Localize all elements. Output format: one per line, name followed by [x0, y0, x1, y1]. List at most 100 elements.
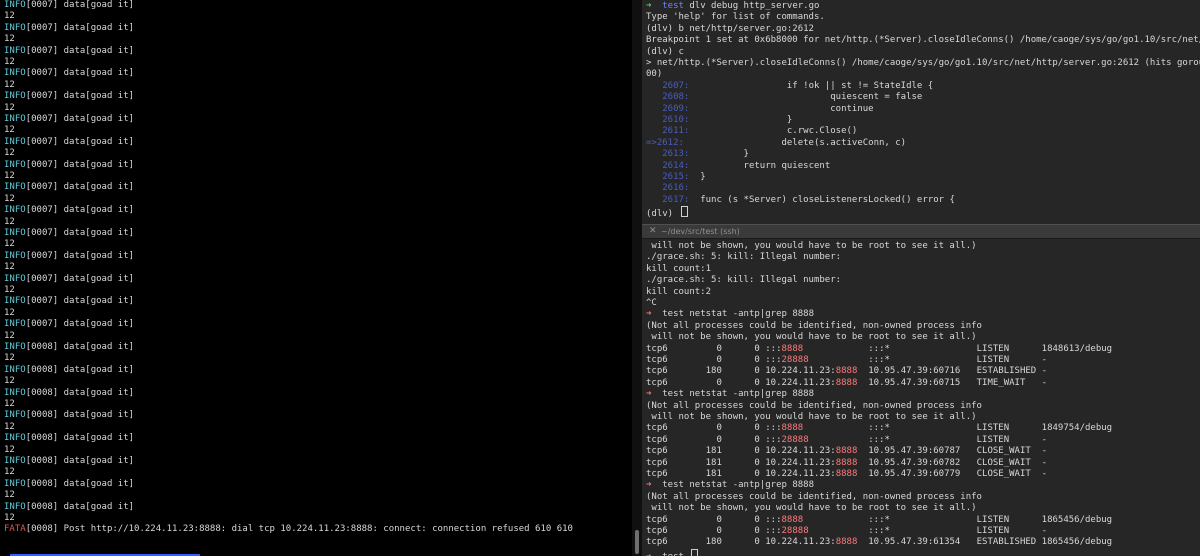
- left-terminal-pane[interactable]: INFO[0007] data[goad it] 12 INFO[0007] dat…: [0, 0, 632, 556]
- source-code: return quiescent: [689, 160, 831, 171]
- terminal-line: 12: [4, 34, 15, 45]
- prompt-arrow-icon: ➜: [646, 552, 651, 556]
- terminal-line: 12: [4, 148, 15, 159]
- terminal-line: tcp6 181 0 10.224.11.23:8888 10.95.47.39…: [646, 446, 1047, 457]
- log-text: [0008] data[goad it]: [25, 433, 135, 444]
- netstat-local-host: 10.224.11.23:: [765, 457, 836, 468]
- netstat-foreign-address: 10.95.47.39:60715: [868, 377, 961, 388]
- log-level-info: INFO: [4, 342, 26, 352]
- netstat-recv-q: 0: [716, 343, 722, 354]
- netstat-send-q: 0: [754, 446, 760, 457]
- terminal-line: INFO[0008] data[goad it]: [4, 479, 134, 490]
- log-text: 12: [4, 148, 15, 159]
- netstat-local-port: 8888: [781, 343, 804, 354]
- terminal-line: Type 'help' for list of commands.: [646, 12, 825, 23]
- command-text: netstat -antp|grep 8888: [683, 389, 814, 400]
- terminal-line: INFO[0007] data[goad it]: [4, 114, 134, 125]
- netstat-local-port: 8888: [781, 423, 804, 434]
- netstat-pid: -: [1041, 366, 1048, 377]
- log-text: [0008] Post http://10.224.11.23:8888: di…: [25, 524, 573, 535]
- terminal-line: INFO[0007] data[goad it]: [4, 182, 134, 193]
- log-level-info: INFO: [4, 296, 26, 307]
- terminal-line: 12: [4, 513, 15, 524]
- netstat-pid: -: [1041, 355, 1048, 365]
- output-text: (dlv) b net/http/server.go:2612: [646, 23, 814, 34]
- terminal-line: INFO[0007] data[goad it]: [4, 205, 134, 216]
- debugger-terminal-pane[interactable]: ➜ test dlv debug http_server.go Type 'hel…: [642, 0, 1200, 224]
- netstat-local-port: 8888: [835, 457, 858, 468]
- netstat-send-q: 0: [754, 514, 760, 525]
- tab-title[interactable]: ~/dev/src/test (ssh): [661, 227, 740, 236]
- log-text: 12: [4, 216, 15, 227]
- terminal-line: (dlv) c: [646, 47, 684, 58]
- log-text: [0007] data[goad it]: [25, 114, 135, 124]
- output-text: will not be shown, you would have to be …: [646, 241, 977, 251]
- terminal-line: INFO[0008] data[goad it]: [4, 456, 134, 467]
- netstat-proto: tcp6: [646, 526, 668, 536]
- source-code: }: [689, 172, 706, 182]
- output-text: ./grace.sh: 5: kill: Illegal number:: [646, 252, 842, 263]
- terminal-line: tcp6 180 0 10.224.11.23:8888 10.95.47.39…: [646, 537, 1112, 548]
- netstat-foreign-address: :::*: [868, 526, 890, 536]
- terminal-line: INFO[0007] data[goad it]: [4, 251, 134, 262]
- log-text: [0007] data[goad it]: [25, 319, 135, 330]
- terminal-line: ➜ test dlv debug http_server.go: [646, 1, 819, 12]
- output-text: > net/http.(*Server).closeIdleConns() /h…: [646, 58, 1200, 68]
- terminal-line: 12: [4, 262, 15, 273]
- log-text: [0007] data[goad it]: [25, 296, 135, 307]
- netstat-state: LISTEN: [976, 514, 1010, 525]
- text-cursor[interactable]: [691, 548, 699, 556]
- netstat-send-q: 0: [754, 434, 760, 445]
- netstat-recv-q: 180: [705, 366, 722, 377]
- netstat-recv-q: 0: [716, 377, 722, 388]
- source-line-number: 2610:: [646, 115, 690, 125]
- source-line-number: 2614:: [646, 160, 690, 171]
- terminal-line: (dlv): [646, 206, 688, 219]
- log-text: 12: [4, 239, 15, 250]
- output-text: will not be shown, you would have to be …: [646, 503, 977, 514]
- log-text: 12: [4, 193, 15, 204]
- source-code: if !ok || st != StateIdle {: [689, 80, 934, 91]
- netstat-send-q: 0: [754, 526, 760, 536]
- terminal-line: INFO[0008] data[goad it]: [4, 433, 134, 444]
- terminal-line: INFO[0007] data[goad it]: [4, 274, 134, 285]
- netstat-state: LISTEN: [976, 355, 1010, 365]
- source-line-number: 2615:: [646, 172, 690, 182]
- pane-divider[interactable]: [632, 0, 642, 556]
- netstat-foreign-address: :::*: [868, 343, 890, 354]
- terminal-line: (dlv) b net/http/server.go:2612: [646, 24, 814, 35]
- prompt-directory: test: [662, 389, 684, 400]
- log-level-info: INFO: [4, 22, 26, 33]
- netstat-state: TIME_WAIT: [976, 377, 1026, 388]
- log-text: 12: [4, 34, 15, 45]
- terminal-line: 12: [4, 376, 15, 387]
- log-text: [0008] data[goad it]: [25, 456, 135, 466]
- log-text: 12: [4, 285, 15, 295]
- netstat-state: CLOSE_WAIT: [976, 446, 1031, 457]
- session-tab-bar[interactable]: ✕ ~/dev/src/test (ssh): [642, 224, 1200, 239]
- netstat-recv-q: 0: [716, 514, 722, 525]
- netstat-local-host: :::: [765, 514, 782, 525]
- log-level-info: INFO: [4, 433, 26, 444]
- terminal-line: ➜ test: [646, 548, 699, 556]
- terminal-line: 12: [4, 467, 15, 478]
- close-tab-icon[interactable]: ✕: [649, 226, 657, 236]
- terminal-line: will not be shown, you would have to be …: [646, 332, 976, 343]
- terminal-line: INFO[0008] data[goad it]: [4, 342, 134, 353]
- source-line-number: 2616:: [646, 183, 690, 194]
- source-line-number: 2611:: [646, 126, 690, 137]
- scrollbar-thumb[interactable]: [635, 530, 639, 554]
- netstat-send-q: 0: [754, 423, 760, 434]
- terminal-line: 12: [4, 171, 15, 182]
- netstat-local-host: 10.224.11.23:: [765, 377, 836, 388]
- log-level-info: INFO: [4, 68, 26, 79]
- log-text: [0007] data[goad it]: [25, 91, 135, 102]
- text-cursor[interactable]: [680, 206, 688, 218]
- log-text: 12: [4, 125, 15, 136]
- log-text: [0008] data[goad it]: [25, 478, 135, 489]
- log-text: 12: [4, 307, 15, 318]
- ssh-terminal-pane[interactable]: will not be shown, you would have to be …: [642, 239, 1200, 556]
- netstat-local-host: :::: [765, 343, 782, 354]
- terminal-line: ./grace.sh: 5: kill: Illegal number:: [646, 252, 841, 263]
- terminal-line: INFO[0008] data[goad it]: [4, 388, 134, 399]
